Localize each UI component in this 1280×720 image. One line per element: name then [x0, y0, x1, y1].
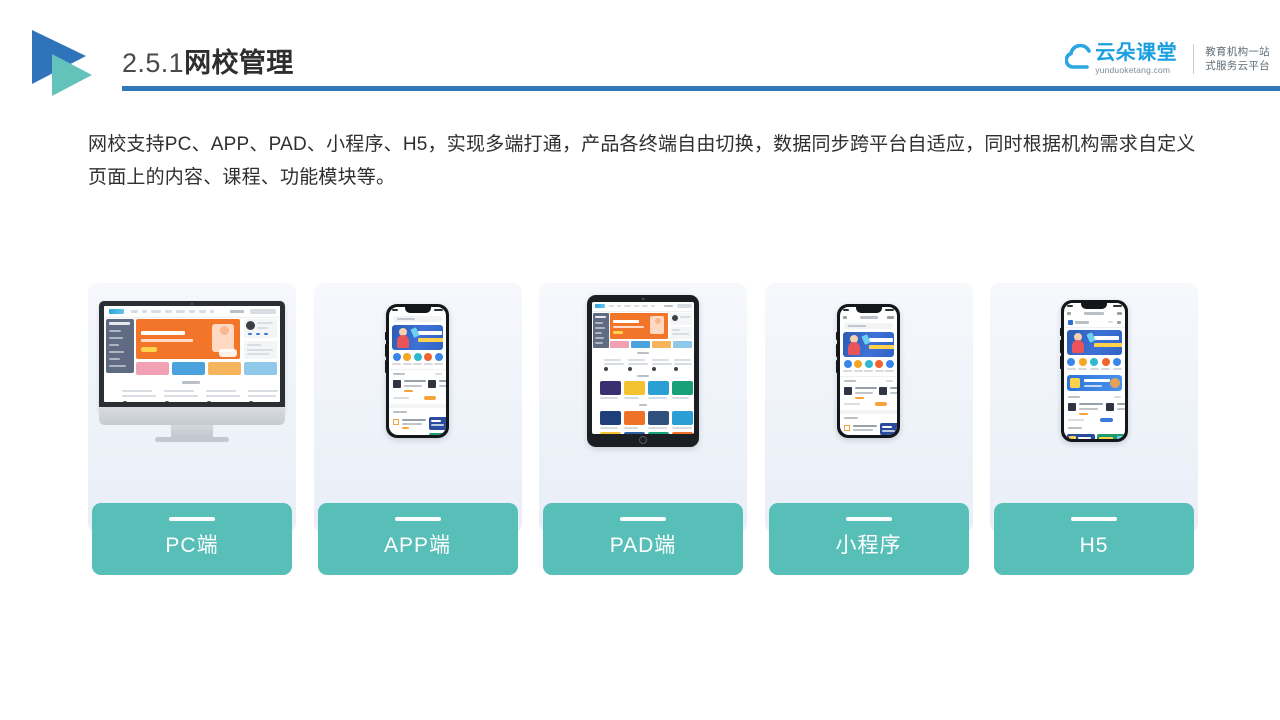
- label-dash: [620, 517, 666, 521]
- title-underline-rule: [122, 86, 1280, 91]
- platform-label-pad: PAD端: [609, 533, 677, 557]
- desktop-monitor-icon: [88, 283, 296, 458]
- smartphone-icon: [990, 283, 1198, 458]
- description-paragraph: 网校支持PC、APP、PAD、小程序、H5，实现多端打通，产品各终端自由切换，数…: [88, 134, 1196, 188]
- brand-divider: [1193, 44, 1195, 74]
- platform-card-row: PC端 APP端 PAD端 小程序 H5: [88, 283, 1198, 575]
- platform-label-button-app[interactable]: APP端: [317, 503, 518, 575]
- platform-label-miniprogram: 小程序: [835, 533, 902, 557]
- platform-card-miniprogram[interactable]: 小程序: [764, 283, 973, 575]
- page-title-text: 网校管理: [184, 48, 294, 78]
- platform-label-pc: PC端: [165, 533, 219, 557]
- tablet-icon: [539, 283, 747, 458]
- label-dash: [845, 517, 892, 521]
- label-dash: [169, 517, 215, 521]
- label-dash: [394, 517, 441, 521]
- smartphone-icon: [765, 283, 973, 458]
- brand-slogan-line1: 教育机构一站: [1205, 46, 1270, 58]
- platform-label-button-pc[interactable]: PC端: [92, 503, 292, 575]
- platform-card-pad[interactable]: PAD端: [539, 283, 747, 575]
- platform-card-app[interactable]: APP端: [313, 283, 522, 575]
- platform-label-button-h5[interactable]: H5: [994, 503, 1194, 575]
- brand-slogan: 教育机构一站 式服务云平台: [1205, 45, 1270, 73]
- platform-card-h5[interactable]: H5: [990, 283, 1198, 575]
- platform-label-button-miniprogram[interactable]: 小程序: [768, 503, 969, 575]
- platform-card-pc[interactable]: PC端: [88, 283, 296, 575]
- platform-label-app: APP端: [383, 533, 452, 557]
- brand-name-en: yunduoketang.com: [1095, 65, 1171, 76]
- page-title-number: 2.5.1: [122, 48, 185, 78]
- double-triangle-logo-icon: [26, 28, 98, 98]
- label-dash: [1071, 517, 1117, 521]
- cloud-icon: [1064, 44, 1095, 70]
- brand-name-cn: 云朵课堂: [1095, 42, 1178, 65]
- brand-slogan-line2: 式服务云平台: [1205, 60, 1270, 72]
- platform-label-button-pad[interactable]: PAD端: [543, 503, 743, 575]
- brand-lockup: 云朵课堂 yunduoketang.com 教育机构一站 式服务云平台: [1064, 36, 1270, 82]
- brand-name-block: 云朵课堂 yunduoketang.com: [1064, 42, 1189, 76]
- page-header: 2.5.1网校管理 云朵课堂 yunduoketang.com 教育机构一站 式…: [0, 0, 1280, 110]
- page-title: 2.5.1网校管理: [122, 46, 294, 80]
- smartphone-icon: [314, 283, 522, 458]
- platform-label-h5: H5: [1079, 533, 1109, 557]
